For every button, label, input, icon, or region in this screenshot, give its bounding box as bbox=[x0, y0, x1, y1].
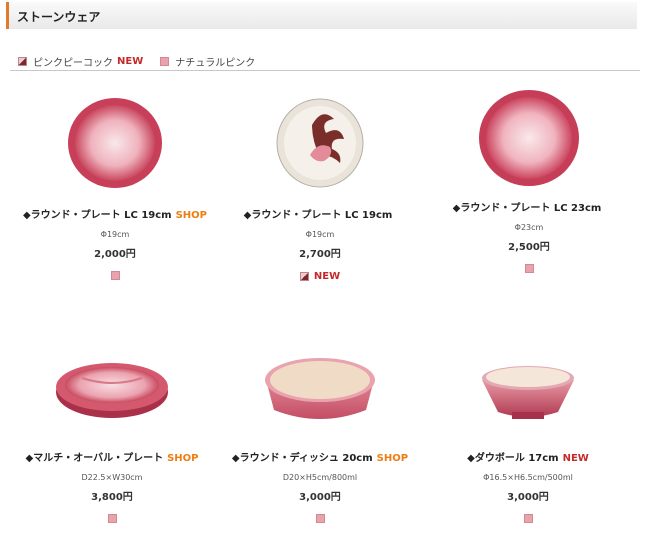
shop-link[interactable]: SHOP bbox=[176, 210, 207, 221]
color-options bbox=[428, 514, 628, 523]
product-price: 2,700円 bbox=[299, 249, 341, 260]
product-card[interactable]: ◆ラウンド・プレート LC 19cm SHOP Φ19cm 2,000円 bbox=[15, 95, 215, 280]
section-title: ストーンウェア bbox=[17, 10, 101, 24]
peacock-swatch-icon bbox=[18, 57, 27, 66]
product-price: 2,000円 bbox=[94, 249, 136, 260]
plate-pink-icon[interactable] bbox=[55, 95, 175, 195]
product-price: 3,000円 bbox=[507, 492, 549, 503]
legend-label: ピンクピーコック bbox=[33, 58, 113, 69]
product-card[interactable]: ◆ラウンド・プレート LC 19cm Φ19cm 2,700円 NEW bbox=[220, 95, 420, 282]
color-options bbox=[12, 514, 212, 523]
product-size: Φ23cm bbox=[514, 223, 544, 232]
product-name[interactable]: ◆ラウンド・プレート LC 23cm bbox=[453, 203, 602, 214]
product-name[interactable]: ◆ダウボール 17cm bbox=[467, 453, 558, 464]
product-size: D20×H5cm/800ml bbox=[282, 473, 358, 482]
legend-item-natural: ナチュラルピンク bbox=[160, 54, 255, 69]
new-badge: NEW bbox=[562, 453, 589, 464]
natural-swatch-icon[interactable] bbox=[110, 271, 120, 280]
oval-plate-icon[interactable] bbox=[52, 340, 172, 430]
product-size: Φ16.5×H6.5cm/500ml bbox=[483, 473, 573, 482]
color-options bbox=[220, 514, 420, 523]
color-options bbox=[15, 271, 215, 280]
bowl-icon[interactable] bbox=[468, 340, 588, 430]
product-name[interactable]: ◆ラウンド・プレート LC 19cm bbox=[244, 210, 393, 221]
legend-item-peacock: ピンクピーコック NEW bbox=[18, 54, 143, 69]
divider bbox=[10, 70, 640, 71]
color-options: NEW bbox=[220, 271, 420, 282]
plate-peacock-icon[interactable] bbox=[260, 95, 380, 195]
product-card[interactable]: ◆マルチ・オーバル・プレート SHOP D22.5×W30cm 3,800円 bbox=[12, 340, 212, 523]
product-size: Φ19cm bbox=[100, 230, 130, 239]
shop-link[interactable]: SHOP bbox=[167, 453, 198, 464]
dish-icon[interactable] bbox=[260, 340, 380, 430]
product-name[interactable]: ◆ラウンド・ディッシュ 20cm bbox=[232, 453, 373, 464]
color-options bbox=[429, 264, 629, 273]
natural-swatch-icon[interactable] bbox=[524, 264, 534, 273]
product-price: 2,500円 bbox=[508, 242, 550, 253]
new-badge: NEW bbox=[313, 271, 341, 282]
plate-pink-icon[interactable] bbox=[469, 88, 589, 188]
product-size: D22.5×W30cm bbox=[81, 473, 143, 482]
section-header: ストーンウェア bbox=[6, 2, 637, 29]
color-legend: ピンクピーコック NEW ナチュラルピンク bbox=[18, 54, 272, 69]
legend-label: ナチュラルピンク bbox=[175, 58, 256, 69]
new-badge: NEW bbox=[117, 56, 144, 67]
product-price: 3,800円 bbox=[91, 492, 133, 503]
product-card[interactable]: ◆ラウンド・プレート LC 23cm Φ23cm 2,500円 bbox=[429, 88, 629, 273]
natural-swatch-icon bbox=[160, 57, 170, 66]
product-card[interactable]: ◆ラウンド・ディッシュ 20cm SHOP D20×H5cm/800ml 3,00… bbox=[220, 340, 420, 523]
product-size: Φ19cm bbox=[305, 230, 335, 239]
product-name[interactable]: ◆マルチ・オーバル・プレート bbox=[26, 453, 164, 464]
product-name[interactable]: ◆ラウンド・プレート LC 19cm bbox=[23, 210, 172, 221]
shop-link[interactable]: SHOP bbox=[377, 453, 408, 464]
natural-swatch-icon[interactable] bbox=[523, 514, 533, 523]
product-price: 3,000円 bbox=[299, 492, 341, 503]
natural-swatch-icon[interactable] bbox=[315, 514, 325, 523]
peacock-swatch-icon[interactable] bbox=[299, 272, 309, 281]
product-card[interactable]: ◆ダウボール 17cm NEW Φ16.5×H6.5cm/500ml 3,000円 bbox=[428, 340, 628, 523]
natural-swatch-icon[interactable] bbox=[107, 514, 117, 523]
